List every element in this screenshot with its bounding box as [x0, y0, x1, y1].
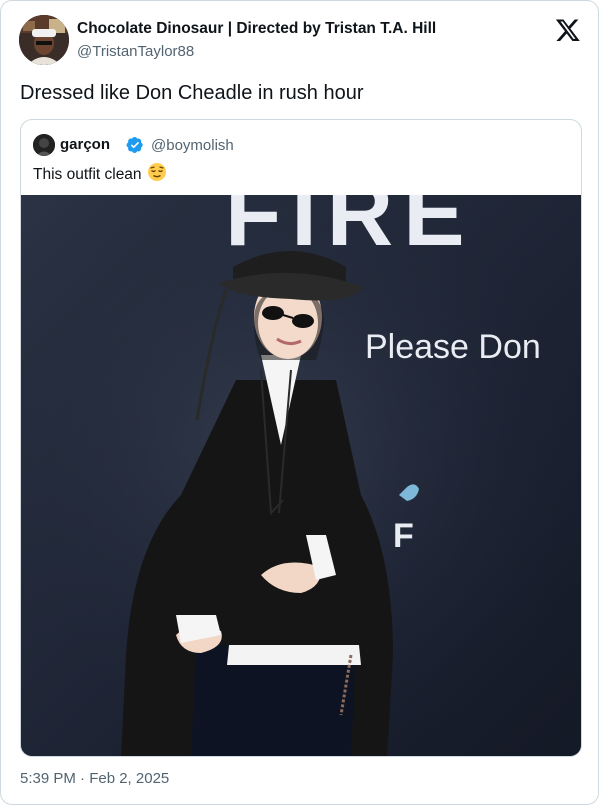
person-sunglasses-left — [262, 306, 284, 320]
backdrop-text-low: F — [393, 517, 414, 555]
quoted-author-handle[interactable]: @boymolish — [151, 137, 234, 154]
quoted-tweet-photo[interactable]: FIRE Please Don F — [21, 195, 581, 756]
person-shirt-hem — [227, 645, 361, 665]
quoted-tweet-text-content: This outfit clean — [33, 166, 142, 183]
quoted-avatar-icon — [33, 134, 55, 156]
author-avatar[interactable] — [19, 15, 69, 65]
quoted-author-name[interactable]: garçon — [60, 136, 110, 153]
author-name[interactable]: Chocolate Dinosaur | Directed by Tristan… — [77, 20, 436, 38]
backdrop-text-top: FIRE — [225, 195, 475, 265]
relieved-face-emoji-icon — [147, 163, 166, 181]
quoted-tweet[interactable]: garçon @boymolish This outfit clean FIRE… — [20, 119, 582, 757]
backdrop-text-mid: Please Don — [365, 328, 541, 366]
tweet-text: Dressed like Don Cheadle in rush hour — [20, 82, 364, 104]
quoted-avatar[interactable] — [33, 134, 55, 156]
tweet-card: Chocolate Dinosaur | Directed by Tristan… — [0, 0, 599, 805]
tweet-timestamp[interactable]: 5:39 PM · Feb 2, 2025 — [20, 770, 169, 787]
red-carpet-photo: FIRE Please Don F — [21, 195, 581, 756]
author-handle[interactable]: @TristanTaylor88 — [77, 43, 194, 60]
x-logo-icon[interactable] — [555, 17, 581, 43]
verified-badge-icon — [126, 136, 143, 154]
quoted-tweet-text: This outfit clean — [33, 162, 167, 184]
avatar-photo-icon — [19, 15, 69, 65]
person-sunglasses-right — [292, 314, 314, 328]
